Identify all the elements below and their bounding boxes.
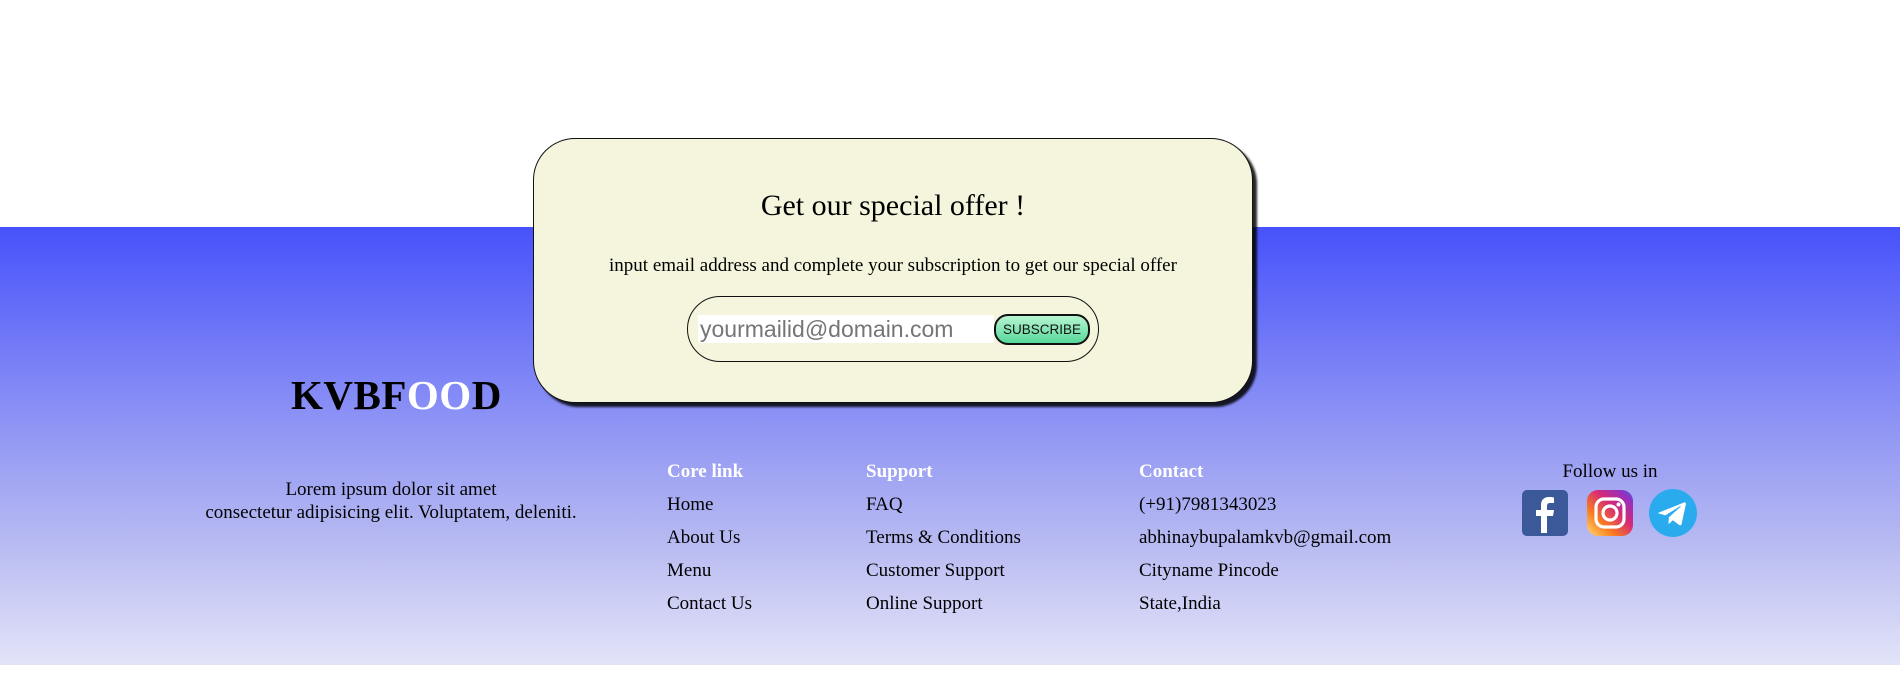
offer-subtitle: input email address and complete your su… xyxy=(609,255,1177,276)
facebook-icon[interactable] xyxy=(1521,489,1569,537)
telegram-icon[interactable] xyxy=(1649,489,1697,537)
contact-city: Cityname Pincode xyxy=(1139,560,1279,581)
core-link-menu[interactable]: Menu xyxy=(667,559,752,582)
about-line-2: consectetur adipisicing elit. Voluptatem… xyxy=(205,502,577,523)
subscribe-form: SUBSCRIBE xyxy=(687,296,1099,362)
support-link-faq[interactable]: FAQ xyxy=(866,493,1021,516)
support-title: Support xyxy=(866,461,933,482)
about-line-1: Lorem ipsum dolor sit amet xyxy=(285,479,497,500)
brand-part-2: OO xyxy=(406,372,472,418)
page: Get our special offer ! input email addr… xyxy=(0,0,1900,698)
contact-column: Contact (+91)7981343023 abhinaybupalamkv… xyxy=(1139,460,1391,625)
instagram-icon[interactable] xyxy=(1586,489,1634,537)
follow-us-title: Follow us in xyxy=(1562,461,1658,482)
core-link-home[interactable]: Home xyxy=(667,493,752,516)
support-link-terms[interactable]: Terms & Conditions xyxy=(866,526,1021,549)
email-input[interactable] xyxy=(698,315,994,343)
contact-email: abhinaybupalamkvb@gmail.com xyxy=(1139,527,1392,548)
core-link-contact-us[interactable]: Contact Us xyxy=(667,592,752,615)
core-links-title: Core link xyxy=(667,461,744,482)
brand-part-3: D xyxy=(471,372,502,418)
support-link-online-support[interactable]: Online Support xyxy=(866,592,1021,615)
special-offer-card: Get our special offer ! input email addr… xyxy=(533,138,1253,403)
support-link-customer-support[interactable]: Customer Support xyxy=(866,559,1021,582)
core-links-column: Core link Home About Us Menu Contact Us xyxy=(667,460,752,625)
about-text: Lorem ipsum dolor sit amet consectetur a… xyxy=(165,478,617,524)
brand-logo[interactable]: KVBFOOD xyxy=(291,371,502,419)
offer-title: Get our special offer ! xyxy=(760,189,1026,222)
contact-phone: (+91)7981343023 xyxy=(1139,494,1277,515)
core-link-about-us[interactable]: About Us xyxy=(667,526,752,549)
contact-state: State,India xyxy=(1139,593,1221,614)
support-column: Support FAQ Terms & Conditions Customer … xyxy=(866,460,1021,625)
brand-part-1: KVBF xyxy=(291,372,407,418)
subscribe-button[interactable]: SUBSCRIBE xyxy=(994,314,1090,345)
contact-title: Contact xyxy=(1139,461,1204,482)
